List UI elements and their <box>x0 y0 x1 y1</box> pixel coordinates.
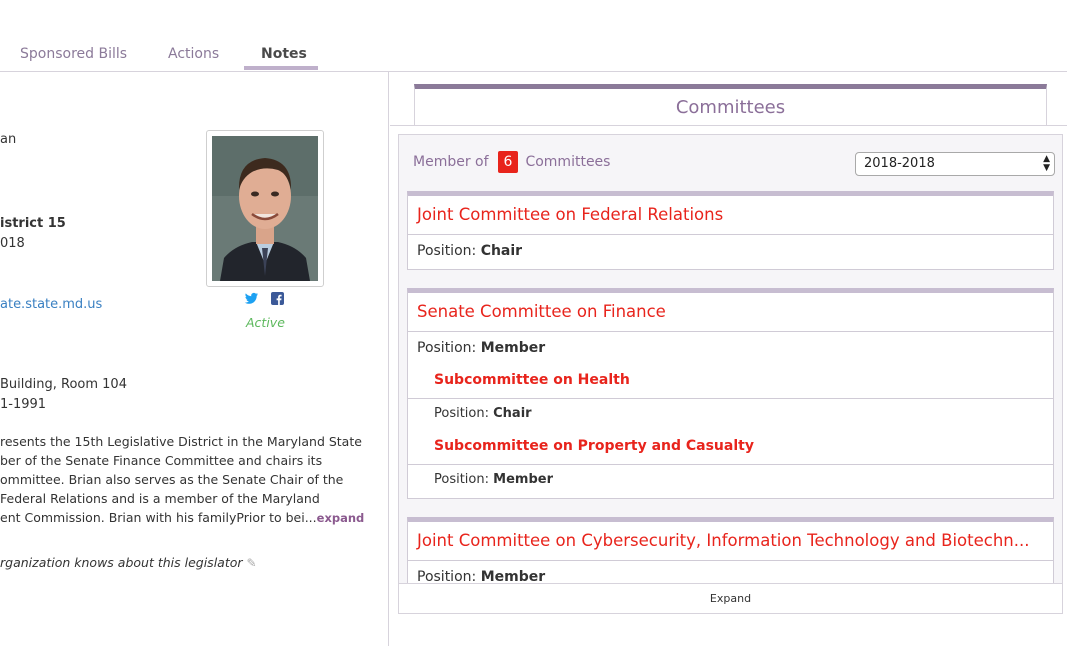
committee-name[interactable]: Senate Committee on Finance <box>408 293 1053 332</box>
committee-count-badge: 6 <box>497 151 519 173</box>
district-label: istrict 15 <box>0 216 66 231</box>
bio-line: Federal Relations and is a member of the… <box>0 491 320 506</box>
select-arrows-icon: ▲ ▼ <box>1043 154 1050 173</box>
portrait-image <box>212 136 318 281</box>
twitter-icon[interactable] <box>244 292 258 304</box>
tab-sponsored-bills[interactable]: Sponsored Bills <box>20 46 127 62</box>
position-label: Position: <box>434 472 489 487</box>
year-select[interactable]: 2018-2018 ▲ ▼ <box>855 152 1055 176</box>
facebook-icon[interactable] <box>271 292 284 305</box>
committees-pane: Committees Member of 6 Committees 2018-2… <box>390 72 1067 646</box>
member-prefix: Member of <box>413 154 489 170</box>
divider <box>390 125 1067 126</box>
position-label: Position: <box>434 406 489 421</box>
committee-card: Senate Committee on Finance Position: Me… <box>407 288 1054 499</box>
position-value: Chair <box>493 406 532 421</box>
note-text: rganization knows about this legislator <box>0 555 243 570</box>
bio-last-line: ent Commission. Brian with his familyPri… <box>0 510 380 525</box>
term-label: 018 <box>0 236 25 251</box>
legislator-profile: an istrict 15 018 ate.state.md.us Buildi… <box>0 72 389 646</box>
committee-name[interactable]: Joint Committee on Federal Relations <box>408 196 1053 235</box>
subcommittee-name[interactable]: Subcommittee on Property and Casualty <box>408 432 1053 464</box>
subcommittee-position: Position: Chair <box>408 398 1053 432</box>
email-link[interactable]: ate.state.md.us <box>0 297 102 312</box>
bio-line: resents the 15th Legislative District in… <box>0 434 362 449</box>
committee-position: Position: Chair <box>408 235 1053 269</box>
bio-line: ber of the Senate Finance Committee and … <box>0 453 323 468</box>
position-value: Chair <box>480 243 523 259</box>
organization-note: rganization knows about this legislator … <box>0 555 257 570</box>
legislator-photo <box>206 130 324 287</box>
position-label: Position: <box>417 243 477 259</box>
active-tab-indicator <box>244 66 318 70</box>
committees-panel: Member of 6 Committees 2018-2018 ▲ ▼ Join… <box>398 134 1063 614</box>
subcommittee-name[interactable]: Subcommittee on Health <box>408 366 1053 398</box>
phone-number: 1-1991 <box>0 397 47 412</box>
year-select-value: 2018-2018 <box>864 156 935 171</box>
bio-line: ent Commission. Brian with his familyPri… <box>0 510 317 525</box>
tab-bar: Sponsored Bills Actions Notes <box>0 0 1067 72</box>
profile-line: an <box>0 132 17 147</box>
bio-expand-link[interactable]: expand <box>317 511 365 525</box>
member-suffix: Committees <box>525 154 611 170</box>
pencil-icon[interactable]: ✎ <box>247 556 257 570</box>
office-address: Building, Room 104 <box>0 377 127 392</box>
social-links <box>244 292 284 305</box>
member-count-row: Member of 6 Committees <box>413 149 610 175</box>
committees-header-tab[interactable]: Committees <box>414 84 1047 126</box>
committees-title: Committees <box>675 97 786 118</box>
committee-name[interactable]: Joint Committee on Cybersecurity, Inform… <box>408 522 1053 561</box>
tab-actions[interactable]: Actions <box>168 46 219 62</box>
status-badge: Active <box>246 315 285 330</box>
position-label: Position: <box>417 340 477 356</box>
bio-line: ommittee. Brian also serves as the Senat… <box>0 472 344 487</box>
tab-notes[interactable]: Notes <box>261 46 307 62</box>
subcommittee-position: Position: Member <box>408 464 1053 498</box>
committee-card: Joint Committee on Federal Relations Pos… <box>407 191 1054 270</box>
position-value: Member <box>480 340 546 356</box>
expand-button[interactable]: Expand <box>398 583 1063 614</box>
committee-position: Position: Member <box>408 332 1053 366</box>
position-value: Member <box>493 472 553 487</box>
